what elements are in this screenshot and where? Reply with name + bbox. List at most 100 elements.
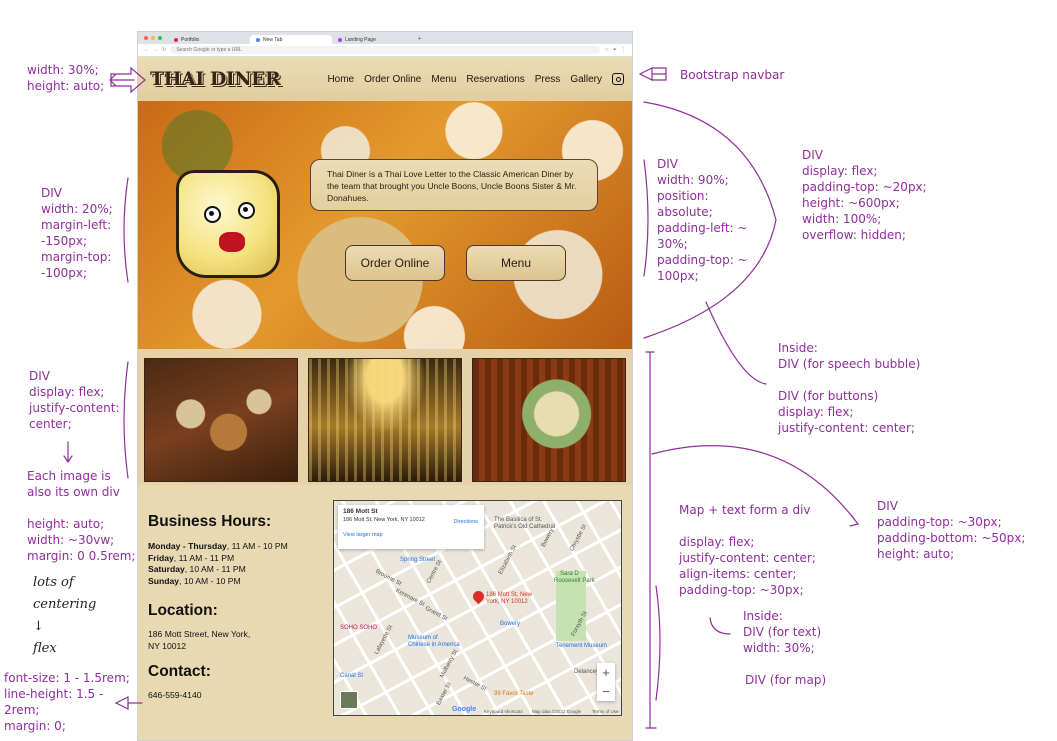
menu-icon[interactable]: ⋮: [621, 47, 626, 53]
map-label: Chinese in America: [408, 642, 460, 648]
nav-press[interactable]: Press: [535, 74, 561, 85]
maximize-icon[interactable]: [158, 36, 162, 40]
favicon-icon: [338, 37, 342, 42]
reload-icon[interactable]: ↻: [162, 47, 166, 53]
note-image: Each image is also its own div: [27, 469, 120, 499]
hours-row: Friday, 11 AM - 11 PM: [148, 552, 235, 563]
extensions-icon[interactable]: ✦: [613, 47, 617, 53]
order-online-button[interactable]: Order Online: [345, 245, 445, 281]
contact-title: Contact:: [148, 663, 211, 680]
star-icon[interactable]: ☆: [604, 47, 608, 53]
map-label: SOHO SOHO: [340, 625, 378, 631]
map-label: Spring Street: [400, 557, 436, 563]
map-label: Chrystie St: [569, 523, 589, 553]
arrow-down: [63, 441, 73, 464]
tab-bar: Portfolio New Tab Landing Page +: [138, 32, 632, 44]
window-controls: [138, 36, 168, 44]
tab-label: New Tab: [263, 36, 283, 43]
map-label: Hester St: [462, 675, 487, 693]
url-input[interactable]: Search Google or type a URL: [170, 46, 601, 54]
note-cake: DIV width: 20%; margin-left: -150px; mar…: [41, 186, 113, 280]
instagram-icon[interactable]: [612, 73, 624, 85]
note-map: DIV (for map): [745, 673, 827, 687]
satellite-toggle[interactable]: [340, 691, 358, 709]
nav-menu[interactable]: Menu: [431, 74, 456, 85]
google-map[interactable]: 186 Mott St 186 Mott St, New York, NY 10…: [333, 500, 622, 716]
google-logo: Google: [452, 706, 477, 713]
zoom-in-icon[interactable]: +: [602, 665, 610, 680]
note-section: DIV padding-top: ~30px; padding-bottom: …: [877, 499, 1026, 561]
note-overlay: DIV width: 90%; position: absolute; padd…: [657, 157, 748, 283]
back-icon[interactable]: ←: [144, 47, 149, 53]
note-inside2: Inside: DIV (for text) width: 30%;: [743, 609, 822, 655]
phone-number[interactable]: 646-559-4140: [148, 690, 298, 702]
map-label: Roosevelt Park: [554, 578, 595, 584]
note-font: font-size: 1 - 1.5rem; line-height: 1.5 …: [4, 671, 130, 733]
map-label: Baxter St: [435, 681, 453, 707]
map-label: Delancey: [574, 669, 600, 675]
brace-cake: [123, 177, 129, 283]
map-label: Canal St: [340, 673, 364, 679]
close-icon[interactable]: [144, 36, 148, 40]
site-logo[interactable]: THAI DINER: [150, 68, 281, 90]
info-text: Business Hours: Monday - Thursday, 11 AM…: [148, 510, 298, 702]
new-tab-icon[interactable]: +: [414, 36, 425, 44]
arrow-navbar: [638, 67, 667, 81]
tab-label: Landing Page: [345, 36, 376, 43]
nav-order-online[interactable]: Order Online: [364, 74, 421, 85]
mascot-cake-image: [176, 170, 280, 278]
arrow-inside2: [709, 617, 731, 635]
zoom-control: + −: [597, 663, 615, 701]
mouth-icon: [219, 232, 245, 252]
speech-bubble: Thai Diner is a Thai Love Letter to the …: [310, 159, 598, 211]
arrow-logo: [109, 73, 135, 87]
map-label: Mulberry St: [439, 649, 460, 679]
bar-interior-photo: [308, 358, 462, 482]
address-line: 186 Mott Street, New York,: [148, 629, 251, 639]
menu-button[interactable]: Menu: [466, 245, 566, 281]
map-label: The Basilica of St.: [494, 517, 543, 523]
map-label: Centre St: [426, 559, 444, 585]
tab-label: Portfolio: [181, 36, 200, 43]
directions-link[interactable]: Directions: [454, 519, 478, 525]
map-footer-link[interactable]: Terms of Use: [592, 709, 619, 714]
brace-flex: [655, 585, 661, 701]
address-bar-row: ← → ↻ Search Google or type a URL ☆ ✦ ⋮: [138, 44, 632, 57]
hours-row: Monday - Thursday, 11 AM - 10 PM: [148, 541, 288, 551]
zoom-out-icon[interactable]: −: [602, 684, 610, 699]
tab-portfolio[interactable]: Portfolio: [168, 35, 250, 44]
minimize-icon[interactable]: [151, 36, 155, 40]
note-flex: display: flex; justify-content: center; …: [679, 535, 816, 597]
nav-home[interactable]: Home: [327, 74, 354, 85]
eye-icon: [204, 206, 221, 223]
pin-label: York, NY 10012: [486, 599, 528, 605]
hours-row: Sunday, 10 AM - 10 PM: [148, 575, 241, 586]
map-footer-text: Map data ©2022 Google: [532, 709, 582, 714]
tab-new-tab[interactable]: New Tab: [250, 35, 332, 44]
map-label: Sara D: [560, 571, 579, 577]
map-label: Grand St: [423, 605, 449, 623]
photo-row: [138, 349, 632, 485]
note-photos: DIV display: flex; justify-content: cent…: [29, 369, 120, 431]
map-label: Museum of: [408, 635, 438, 641]
map-label: Bowery: [540, 527, 556, 549]
tab-landing-page[interactable]: Landing Page: [332, 35, 414, 44]
line-section: [645, 351, 655, 729]
note-hero: DIV display: flex; padding-top: ~20px; h…: [802, 148, 927, 242]
url-placeholder: Search Google or type a URL: [176, 47, 242, 53]
favicon-icon: [174, 37, 178, 42]
desserts-photo: [144, 358, 298, 482]
nav-reservations[interactable]: Reservations: [466, 74, 524, 85]
map-footer-link[interactable]: Keyboard shortcuts: [484, 709, 523, 714]
forward-icon[interactable]: →: [153, 47, 158, 53]
site-navbar: THAI DINER Home Order Online Menu Reserv…: [138, 57, 632, 101]
hours-title: Business Hours:: [148, 513, 272, 530]
nav-gallery[interactable]: Gallery: [570, 74, 602, 85]
map-label: Tenement Museum: [556, 643, 608, 649]
note-mapdiv: Map + text form a div: [679, 503, 811, 517]
map-info-card: 186 Mott St 186 Mott St, New York, NY 10…: [338, 505, 484, 549]
note-navbar: Bootstrap navbar: [680, 68, 785, 82]
larger-map-link[interactable]: View larger map: [343, 532, 479, 538]
map-pin-icon[interactable]: [470, 588, 487, 605]
info-section: Business Hours: Monday - Thursday, 11 AM…: [138, 500, 632, 740]
